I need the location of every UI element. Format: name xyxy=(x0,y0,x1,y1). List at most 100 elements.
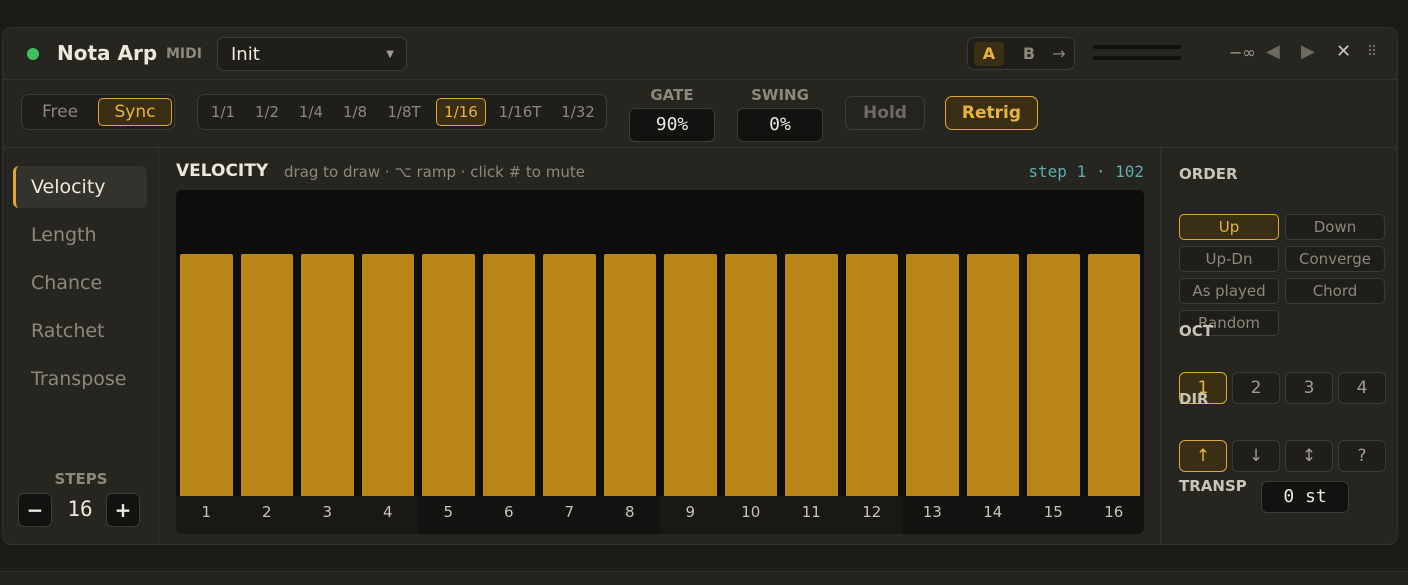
oct-button-3[interactable]: 3 xyxy=(1285,372,1333,404)
lane-item-chance[interactable]: Chance xyxy=(13,262,147,304)
step-number[interactable]: 9 xyxy=(660,503,721,521)
close-icon[interactable]: ✕ xyxy=(1336,41,1351,62)
lane-item-transpose[interactable]: Transpose xyxy=(13,358,147,400)
step-bar-track[interactable] xyxy=(1083,190,1144,496)
mode-free-button[interactable]: Free xyxy=(28,98,92,126)
step-bar[interactable] xyxy=(361,254,414,496)
dir-down-icon[interactable]: ↓ xyxy=(1232,440,1280,472)
retrig-button[interactable]: Retrig xyxy=(945,96,1038,130)
step-bar-track[interactable] xyxy=(962,190,1023,496)
step-bar-track[interactable] xyxy=(176,190,237,496)
step-bar[interactable] xyxy=(845,254,898,496)
step-column[interactable]: 7 xyxy=(539,190,600,534)
step-number[interactable]: 8 xyxy=(600,503,661,521)
step-bar[interactable] xyxy=(966,254,1019,496)
step-number[interactable]: 14 xyxy=(963,503,1024,521)
step-bar[interactable] xyxy=(603,254,656,496)
order-as-played[interactable]: As played xyxy=(1179,278,1279,304)
step-column[interactable]: 6 xyxy=(478,190,540,534)
rate-button-1-16[interactable]: 1/16 xyxy=(436,98,486,126)
step-bar-track[interactable] xyxy=(1023,190,1084,496)
step-bar-track[interactable] xyxy=(841,190,902,496)
power-indicator[interactable] xyxy=(27,48,39,60)
rate-button-1-4[interactable]: 1/4 xyxy=(292,98,330,126)
step-bar-track[interactable] xyxy=(297,190,358,496)
step-bar[interactable] xyxy=(664,254,717,496)
grip-icon[interactable]: ⠿ xyxy=(1367,44,1377,60)
oct-button-2[interactable]: 2 xyxy=(1232,372,1280,404)
step-column[interactable]: 11 xyxy=(781,190,842,534)
step-bar-track[interactable] xyxy=(236,190,297,496)
step-bar[interactable] xyxy=(482,254,535,496)
step-number[interactable]: 6 xyxy=(479,503,540,521)
rate-button-1-32[interactable]: 1/32 xyxy=(556,98,600,126)
step-bar-track[interactable] xyxy=(720,190,781,496)
step-column[interactable]: 4 xyxy=(357,190,419,534)
step-column[interactable]: 5 xyxy=(418,190,479,534)
step-grid[interactable]: 1 2 3 4 5 6 7 8 9 10 11 12 13 14 15 16 xyxy=(176,190,1144,534)
step-number[interactable]: 11 xyxy=(781,503,842,521)
step-bar[interactable] xyxy=(1027,254,1080,496)
oct-button-4[interactable]: 4 xyxy=(1338,372,1386,404)
step-column[interactable]: 10 xyxy=(720,190,781,534)
step-number[interactable]: 7 xyxy=(539,503,600,521)
step-column[interactable]: 1 xyxy=(176,190,237,534)
step-number[interactable]: 16 xyxy=(1084,503,1145,521)
step-bar[interactable] xyxy=(1087,254,1140,496)
step-bar-track[interactable] xyxy=(478,190,539,496)
step-bar[interactable] xyxy=(422,254,475,496)
preset-select[interactable]: Init ▼ xyxy=(217,37,407,71)
step-bar[interactable] xyxy=(180,254,233,496)
step-number[interactable]: 13 xyxy=(902,503,963,521)
step-bar[interactable] xyxy=(906,254,959,496)
ab-copy-icon[interactable]: → xyxy=(1044,42,1074,66)
lane-item-length[interactable]: Length xyxy=(13,214,147,256)
next-icon[interactable]: ▶ xyxy=(1301,41,1315,62)
swing-field[interactable]: 0% xyxy=(737,108,823,142)
order-chord[interactable]: Chord xyxy=(1285,278,1385,304)
step-bar-track[interactable] xyxy=(599,190,660,496)
step-column[interactable]: 9 xyxy=(660,190,721,534)
step-bar[interactable] xyxy=(785,254,838,496)
step-number[interactable]: 4 xyxy=(358,503,419,521)
step-column[interactable]: 16 xyxy=(1083,190,1145,534)
dir-up-icon[interactable]: ↑ xyxy=(1179,440,1227,472)
step-column[interactable]: 14 xyxy=(962,190,1024,534)
step-column[interactable]: 8 xyxy=(599,190,661,534)
step-column[interactable]: 13 xyxy=(902,190,963,534)
gate-field[interactable]: 90% xyxy=(629,108,715,142)
prev-icon[interactable]: ◀ xyxy=(1266,41,1280,62)
ab-b-button[interactable]: B xyxy=(1014,42,1044,66)
step-bar-track[interactable] xyxy=(418,190,479,496)
step-number[interactable]: 3 xyxy=(297,503,358,521)
steps-decrement-button[interactable]: − xyxy=(18,493,52,527)
mode-sync-button[interactable]: Sync xyxy=(98,98,172,126)
transpose-field[interactable]: 0 st xyxy=(1261,481,1349,513)
step-bar-track[interactable] xyxy=(781,190,842,496)
step-bar[interactable] xyxy=(543,254,596,496)
ab-a-button[interactable]: A xyxy=(974,42,1004,66)
step-bar-track[interactable] xyxy=(357,190,418,496)
hold-button[interactable]: Hold xyxy=(845,96,925,130)
step-column[interactable]: 12 xyxy=(841,190,903,534)
step-bar[interactable] xyxy=(240,254,293,496)
order-converge[interactable]: Converge xyxy=(1285,246,1385,272)
rate-button-1-2[interactable]: 1/2 xyxy=(248,98,286,126)
rate-button-1-8T[interactable]: 1/8T xyxy=(380,98,428,126)
lane-item-velocity[interactable]: Velocity xyxy=(13,166,147,208)
step-number[interactable]: 12 xyxy=(842,503,903,521)
step-number[interactable]: 15 xyxy=(1023,503,1084,521)
rate-button-1-1[interactable]: 1/1 xyxy=(204,98,242,126)
steps-increment-button[interactable]: + xyxy=(106,493,140,527)
dir-updown-icon[interactable]: ↕ xyxy=(1285,440,1333,472)
rate-button-1-8[interactable]: 1/8 xyxy=(336,98,374,126)
step-column[interactable]: 3 xyxy=(297,190,358,534)
step-column[interactable]: 2 xyxy=(236,190,298,534)
step-bar[interactable] xyxy=(301,254,354,496)
step-bar-track[interactable] xyxy=(660,190,721,496)
step-number[interactable]: 2 xyxy=(237,503,298,521)
lane-item-ratchet[interactable]: Ratchet xyxy=(13,310,147,352)
step-number[interactable]: 5 xyxy=(418,503,479,521)
step-column[interactable]: 15 xyxy=(1023,190,1084,534)
order-down[interactable]: Down xyxy=(1285,214,1385,240)
